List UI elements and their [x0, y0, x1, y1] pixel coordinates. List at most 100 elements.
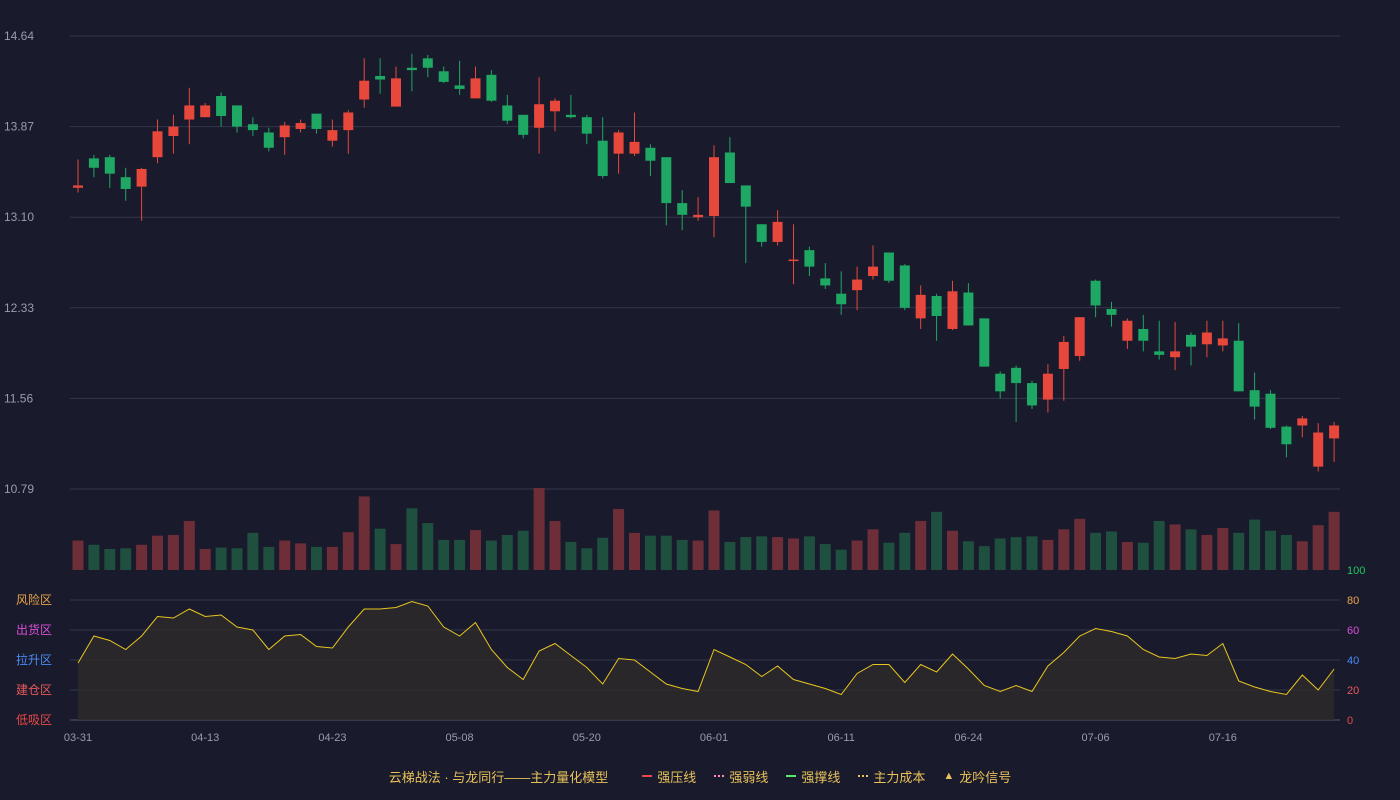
oscillator-tick-label: 100 [1347, 565, 1365, 577]
volume-bar [931, 511, 943, 570]
volume-bar [311, 546, 322, 570]
legend-label-support: 强撑线 [801, 769, 841, 785]
volume-bar [1090, 532, 1102, 570]
date-tick-label: 03-31 [64, 732, 92, 744]
volume-bar [1201, 534, 1213, 570]
volume-bar [470, 530, 481, 570]
volume-bar [406, 508, 418, 570]
legend-swatch-main-cost [858, 775, 869, 777]
legend-item-main-cost[interactable]: 主力成本 [858, 767, 925, 786]
volume-bar [1328, 511, 1340, 570]
legend-label-signal: 龙吟信号 [959, 769, 1012, 785]
candle-body [931, 296, 942, 317]
candle-body [1074, 317, 1085, 357]
legend-item-resistance[interactable]: 强压线 [642, 767, 696, 786]
volume-bar [1058, 529, 1070, 570]
candle-body [868, 266, 878, 277]
volume-bar [597, 537, 609, 570]
volume-bar [390, 544, 402, 570]
candle-body [120, 177, 131, 189]
oscillator-area [78, 601, 1335, 720]
volume-bar [962, 541, 974, 570]
date-tick-label: 04-13 [191, 732, 219, 744]
volume-bar [1137, 542, 1149, 570]
volume-bar [581, 548, 593, 570]
candle-body [88, 158, 99, 168]
legend-item-signal[interactable]: ▲ 龙吟信号 [943, 767, 1011, 786]
candle-body [216, 96, 227, 117]
volume-bar [1106, 531, 1117, 570]
candle-body [470, 78, 481, 99]
volume-bar [422, 523, 434, 570]
price-tick-label: 14.64 [4, 29, 34, 43]
candle-body [1170, 351, 1181, 358]
candle-body [295, 123, 306, 129]
volume-bar [88, 544, 100, 570]
date-tick-label: 07-16 [1209, 732, 1237, 744]
legend-label-strength: 强弱线 [729, 769, 769, 785]
volume-bar [676, 539, 688, 570]
volume-bar [756, 536, 768, 570]
volume-bar [1153, 520, 1165, 570]
volume-bar [485, 540, 497, 570]
volume-bar [279, 540, 291, 570]
candle-body [661, 157, 672, 204]
candle-body [915, 294, 926, 319]
candle-body [947, 291, 958, 329]
volume-bar [819, 544, 831, 570]
candle-body [1011, 367, 1022, 384]
volume-bar [152, 535, 163, 570]
candle-body [184, 105, 195, 120]
volume-bar [167, 534, 179, 570]
candle-body [263, 132, 274, 148]
candle-body [597, 140, 608, 177]
candle-body [1138, 328, 1149, 341]
volume-bar [549, 520, 561, 570]
volume-bar [72, 540, 84, 570]
candle-body [486, 74, 497, 101]
legend-item-support[interactable]: 强撑线 [786, 767, 840, 786]
volume-bar [231, 548, 243, 570]
candle-body [1249, 390, 1260, 407]
volume-bar [613, 509, 625, 570]
volume-bar [1280, 534, 1292, 570]
candle-body [709, 157, 719, 217]
volume-bar [708, 510, 720, 570]
volume-bar [1074, 518, 1086, 570]
candle-body [1186, 334, 1196, 347]
candle-body [1122, 320, 1133, 341]
oscillator-zone-label: 低吸区 [16, 713, 52, 727]
price-tick-label: 12.33 [4, 301, 34, 315]
candle-body [1297, 418, 1308, 426]
candle-body [565, 114, 576, 118]
candle-body [1042, 373, 1053, 400]
volume-bar [788, 538, 799, 570]
volume-bar [183, 520, 195, 570]
volume-bar [1233, 532, 1245, 570]
candle-body [995, 373, 1006, 392]
candle-body [104, 157, 115, 174]
candle-body [852, 279, 863, 291]
volume-bar [326, 546, 338, 570]
price-tick-label: 11.56 [4, 391, 33, 405]
volume-bar [263, 546, 275, 570]
oscillator-tick-label: 80 [1347, 595, 1359, 607]
volume-bar [1249, 519, 1261, 570]
legend-item-strength[interactable]: 强弱线 [714, 767, 768, 786]
volume-bar [1265, 530, 1276, 570]
oscillator-zone-label: 建仓区 [16, 683, 52, 697]
legend-label-main-cost: 主力成本 [873, 769, 926, 785]
volume-bar [1312, 525, 1324, 570]
volume-bar [629, 532, 640, 570]
date-tick-label: 05-20 [573, 732, 601, 744]
volume-bar [1169, 524, 1181, 570]
volume-bar [978, 546, 990, 570]
legend-swatch-strength [714, 775, 725, 777]
oscillator-zone-label: 风险区 [16, 592, 52, 607]
candle-body [820, 278, 831, 286]
volume-bar [772, 537, 784, 570]
volume-bar [1217, 527, 1229, 570]
candle-body [454, 85, 465, 89]
volume-bar [660, 535, 672, 570]
volume-bar [1010, 537, 1022, 570]
